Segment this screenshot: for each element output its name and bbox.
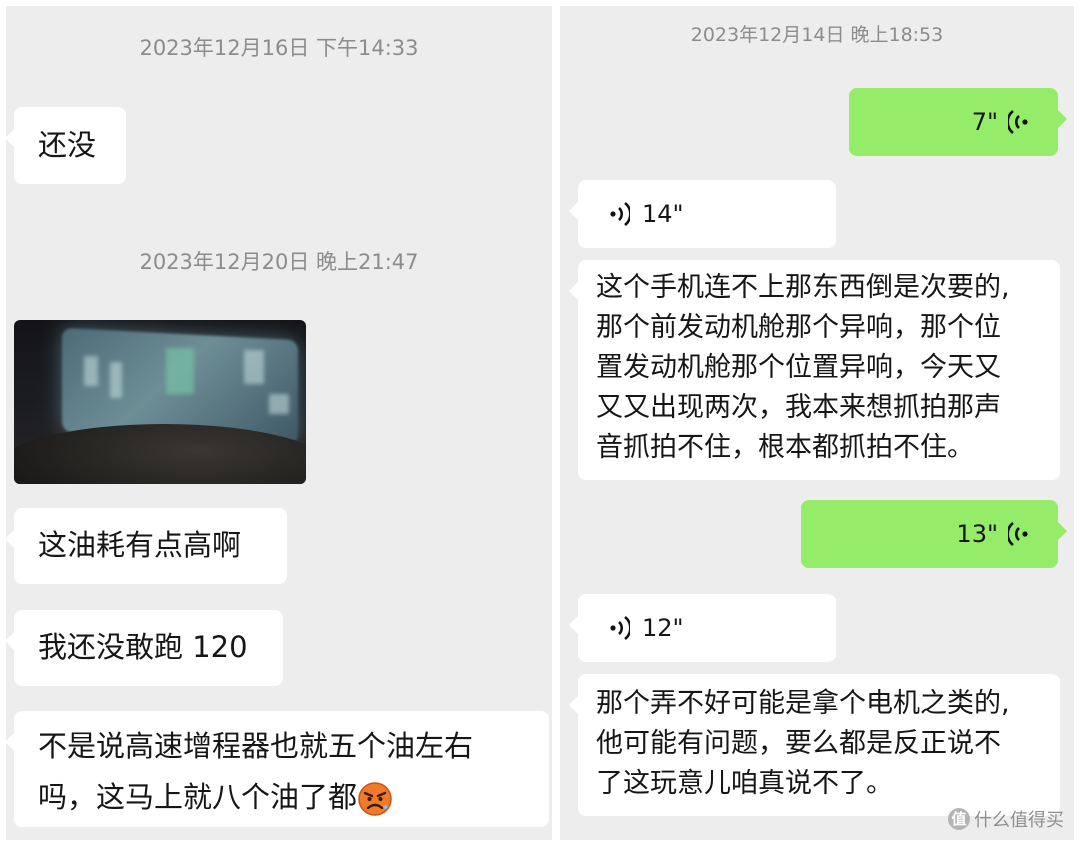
message-bubble[interactable]: 还没: [6, 107, 126, 184]
message-text-line: 不是说高速增程器也就五个油左右: [38, 729, 474, 763]
message-text-line: 了这玩意儿咱真说不了。: [596, 768, 893, 799]
message-text-line: 吗，这马上就八个油了都: [38, 772, 549, 823]
timestamp: 2023年12月20日 晚上21:47: [139, 250, 419, 274]
watermark: 值 什么值得买: [948, 806, 1064, 832]
voice-duration: 12": [642, 613, 684, 642]
chat-panel-left: 2023年12月16日 下午14:33 还没 2023年12月20日 晚上21:…: [6, 6, 552, 840]
message-bubble[interactable]: 那个弄不好可能是拿个电机之类的, 他可能有问题，要么都是反正说不 了这玩意儿咱真…: [569, 674, 1060, 816]
message-text: 我还没敢跑 120: [38, 630, 248, 664]
blur-block: [166, 348, 194, 394]
message-text-line: 那个前发动机舱那个异响，那个位: [596, 312, 1001, 343]
voice-message-outgoing[interactable]: 13": [801, 500, 1067, 568]
angry-face-emoji: [358, 782, 392, 816]
voice-wave-icon: [610, 201, 630, 227]
message-bubble[interactable]: 我还没敢跑 120: [6, 610, 283, 686]
message-text-line: 音抓拍不住，根本都抓拍不住。: [596, 432, 974, 463]
blur-block: [84, 356, 98, 386]
message-text: 这油耗有点高啊: [38, 528, 242, 562]
message-text-line: 这个手机连不上那东西倒是次要的,: [596, 272, 1010, 303]
voice-duration: 13": [956, 519, 998, 548]
voice-message-outgoing[interactable]: 7": [849, 88, 1067, 156]
watermark-logo-icon: 值: [948, 808, 970, 830]
voice-wave-icon: [1008, 521, 1028, 547]
timestamp: 2023年12月16日 下午14:33: [139, 36, 419, 60]
message-bubble[interactable]: 这个手机连不上那东西倒是次要的, 那个前发动机舱那个异响，那个位 置发动机舱那个…: [569, 260, 1060, 480]
voice-message-incoming[interactable]: 12": [569, 594, 836, 662]
message-bubble[interactable]: 不是说高速增程器也就五个油左右 吗，这马上就八个油了都: [6, 711, 549, 827]
message-text-line: 置发动机舱那个位置异响，今天又: [596, 352, 1001, 383]
message-text-line: 又又出现两次，我本来想抓拍那声: [596, 392, 1001, 423]
timestamp: 2023年12月14日 晚上18:53: [690, 24, 944, 46]
chat-panel-right: 2023年12月14日 晚上18:53 7" 14" 这个手机连不上那东西倒是次…: [560, 6, 1074, 840]
message-text-line: 那个弄不好可能是拿个电机之类的,: [596, 688, 1010, 719]
message-bubble[interactable]: 这油耗有点高啊: [6, 508, 287, 584]
voice-wave-icon: [610, 615, 630, 641]
voice-duration: 7": [971, 107, 998, 136]
watermark-text: 什么值得买: [974, 810, 1064, 831]
image-message[interactable]: [14, 320, 306, 484]
message-text: 还没: [38, 128, 97, 162]
blur-block: [269, 394, 289, 414]
voice-duration: 14": [642, 199, 684, 228]
message-text-line: 他可能有问题，要么都是反正说不: [596, 728, 1001, 759]
car-dashboard: [14, 424, 306, 484]
blur-block: [244, 350, 264, 384]
voice-message-incoming[interactable]: 14": [569, 180, 836, 248]
blur-block: [110, 362, 122, 398]
voice-wave-icon: [1008, 109, 1028, 135]
